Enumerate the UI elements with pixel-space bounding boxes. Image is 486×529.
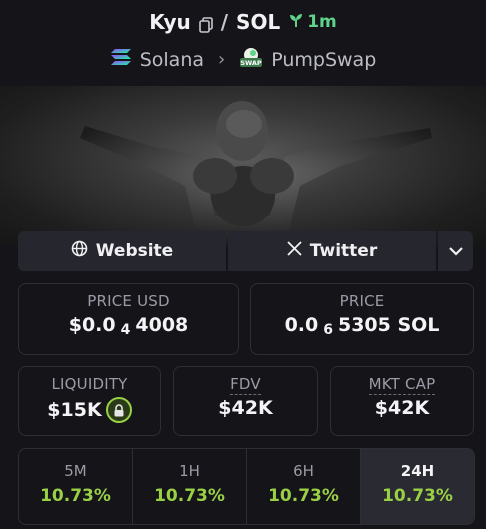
copy-icon[interactable] <box>198 14 213 33</box>
more-links-button[interactable] <box>438 231 473 271</box>
twitter-button[interactable]: Twitter <box>228 231 436 271</box>
chevron-right-icon: › <box>218 49 226 70</box>
token-symbol: Kyu <box>149 10 191 34</box>
fdv-label: FDV <box>230 375 261 395</box>
tab-5m[interactable]: 5M 10.73% <box>19 449 133 524</box>
solana-icon <box>110 48 132 71</box>
liquidity-label: LIQUIDITY <box>51 375 128 393</box>
price-usd-card: PRICE USD $0.0 4 4008 <box>18 283 239 355</box>
tab-6h[interactable]: 6H 10.73% <box>247 449 361 524</box>
breadcrumb: Solana › SWAP PumpSwap <box>0 46 486 73</box>
fdv-card: FDV $42K <box>173 366 318 436</box>
price-native-card: PRICE 0.0 6 5305 SOL <box>250 283 474 355</box>
dex-link[interactable]: PumpSwap <box>271 49 376 71</box>
liquidity-value: $15K <box>19 397 160 423</box>
tab-24h[interactable]: 24H 10.73% <box>361 449 474 524</box>
change-5m: 10.73% <box>40 486 111 506</box>
token-banner-image <box>0 86 486 246</box>
price-native-value: 0.0 6 5305 SOL <box>284 314 440 338</box>
market-cap-value: $42K <box>374 397 430 419</box>
quote-symbol: SOL <box>236 10 281 34</box>
twitter-label: Twitter <box>309 241 378 261</box>
age-value: 1m <box>307 12 337 32</box>
svg-text:SWAP: SWAP <box>241 59 263 67</box>
pair-separator: / <box>220 10 229 34</box>
lock-icon[interactable] <box>105 397 132 423</box>
change-1h: 10.73% <box>154 486 225 506</box>
pumpswap-icon: SWAP <box>239 46 263 73</box>
timeframe-tabs: 5M 10.73% 1H 10.73% 6H 10.73% 24H 10.73% <box>18 448 475 525</box>
change-24h: 10.73% <box>382 486 453 506</box>
website-button[interactable]: Website <box>18 231 226 271</box>
website-label: Website <box>95 241 174 261</box>
price-usd-label: PRICE USD <box>87 292 170 310</box>
market-cap-card: MKT CAP $42K <box>330 366 474 436</box>
fdv-value: $42K <box>218 397 273 419</box>
liquidity-card: LIQUIDITY $15K <box>18 366 161 436</box>
price-usd-value: $0.0 4 4008 <box>68 314 189 338</box>
pair-title: Kyu / SOL 1m <box>0 10 486 34</box>
x-icon <box>287 241 302 261</box>
tab-1h[interactable]: 1H 10.73% <box>133 449 247 524</box>
market-cap-label: MKT CAP <box>368 375 436 395</box>
pair-header: Kyu / SOL 1m Solana › SWAP PumpSwap <box>0 0 486 86</box>
globe-icon <box>71 240 88 262</box>
social-links: Website Twitter <box>18 231 473 271</box>
change-6h: 10.73% <box>268 486 339 506</box>
sprout-icon <box>288 12 304 33</box>
pair-age: 1m <box>288 12 337 33</box>
chain-link[interactable]: Solana <box>140 49 204 71</box>
price-native-label: PRICE <box>339 292 385 310</box>
chevron-down-icon <box>448 241 464 261</box>
